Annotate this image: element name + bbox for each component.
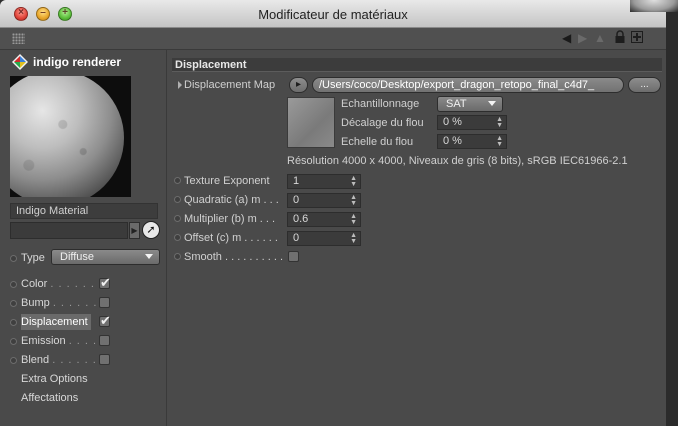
- channel-label-blend: Blend: [21, 354, 50, 366]
- material-selector-field[interactable]: [10, 222, 128, 239]
- toolbar: ◀ ▶ ▲: [0, 28, 666, 50]
- channel-checkbox-blend[interactable]: [99, 354, 110, 365]
- channel-color[interactable]: Color . . . . . . .: [10, 275, 160, 292]
- multiplier-field[interactable]: 0.6 ▲ ▼: [287, 212, 361, 227]
- param-dot[interactable]: [174, 196, 181, 203]
- brand-name: indigo renderer: [33, 55, 122, 69]
- quadratic-value: 0: [293, 194, 300, 206]
- displacement-map-label: Displacement Map: [184, 79, 276, 91]
- stepper-arrows-icon[interactable]: ▲ ▼: [496, 135, 503, 148]
- blur-offset-label: Décalage du flou: [341, 117, 424, 129]
- material-editor-window: × – + Modificateur de matériaux ◀ ▶ ▲ in…: [0, 0, 666, 426]
- type-dropdown[interactable]: Diffuse: [51, 249, 160, 265]
- preview-sphere: [10, 76, 124, 197]
- material-name[interactable]: Indigo Material: [10, 203, 158, 219]
- up-arrow-icon[interactable]: ▲: [594, 31, 606, 45]
- material-preview[interactable]: [10, 76, 131, 197]
- play-arrow-icon: ▸: [295, 79, 302, 90]
- offset-field[interactable]: 0 ▲ ▼: [287, 231, 361, 246]
- channel-checkbox-bump[interactable]: [99, 297, 110, 308]
- blur-scale-value: 0 %: [443, 135, 462, 147]
- channel-dot[interactable]: [10, 281, 17, 288]
- sampling-value: SAT: [446, 98, 467, 110]
- stepper-arrows-icon[interactable]: ▲ ▼: [350, 175, 357, 188]
- lock-icon[interactable]: [614, 30, 626, 47]
- stepper-arrows-icon[interactable]: ▲ ▼: [350, 194, 357, 207]
- resolution-info: Résolution 4000 x 4000, Niveaux de gris …: [287, 155, 628, 167]
- texture-thumbnail: [287, 97, 335, 148]
- smooth-checkbox[interactable]: [288, 251, 299, 262]
- channel-dots: . . . . . . .: [50, 278, 104, 290]
- offset-value: 0: [293, 232, 300, 244]
- channel-dot[interactable]: [10, 357, 17, 364]
- param-dot[interactable]: [174, 177, 181, 184]
- forward-arrow-icon[interactable]: ▶: [578, 31, 587, 45]
- param-dot[interactable]: [174, 215, 181, 222]
- channel-label-emission: Emission: [21, 335, 66, 347]
- channel-dots: . . . . . .: [52, 297, 98, 309]
- back-arrow-icon[interactable]: ◀: [562, 31, 571, 45]
- texture-exponent-value: 1: [293, 175, 300, 187]
- grip-icon[interactable]: [12, 33, 25, 44]
- extra-options-item[interactable]: Extra Options: [21, 371, 88, 387]
- channel-displacement[interactable]: Displacement: [10, 313, 160, 330]
- expand-triangle-icon[interactable]: [178, 81, 182, 89]
- channel-label-displacement: Displacement: [21, 314, 91, 330]
- map-options-button[interactable]: ▸: [289, 77, 308, 93]
- channel-dot[interactable]: [10, 300, 17, 307]
- channel-checkbox-displacement[interactable]: [99, 313, 111, 329]
- section-title: Displacement: [172, 58, 662, 72]
- chevron-down-icon: [488, 101, 496, 106]
- blur-offset-field[interactable]: 0 % ▲ ▼: [437, 115, 507, 130]
- type-label: Type: [21, 252, 45, 264]
- browse-button[interactable]: ...: [628, 77, 661, 93]
- type-value: Diffuse: [60, 251, 95, 263]
- background-object: [630, 0, 678, 12]
- channel-checkbox-color[interactable]: [99, 275, 111, 291]
- texture-exponent-label: Texture Exponent: [184, 175, 270, 187]
- channel-label-bump: Bump: [21, 297, 50, 309]
- smooth-label: Smooth . . . . . . . . . .: [184, 251, 284, 263]
- channel-dots: . . . .: [68, 335, 98, 347]
- sampling-label: Echantillonnage: [341, 98, 420, 110]
- quadratic-field[interactable]: 0 ▲ ▼: [287, 193, 361, 208]
- material-selector-arrow[interactable]: ▶: [129, 222, 140, 239]
- stepper-arrows-icon[interactable]: ▲ ▼: [350, 213, 357, 226]
- multiplier-value: 0.6: [293, 213, 309, 225]
- title-bar[interactable]: × – + Modificateur de matériaux: [0, 0, 666, 28]
- indigo-logo-icon: [12, 54, 28, 70]
- blur-scale-field[interactable]: 0 % ▲ ▼: [437, 134, 507, 149]
- param-dot[interactable]: [174, 234, 181, 241]
- stepper-arrows-icon[interactable]: ▲ ▼: [496, 116, 503, 129]
- offset-label: Offset (c) m . . . . . .: [184, 232, 278, 244]
- quadratic-label: Quadratic (a) m . . .: [184, 194, 279, 206]
- background-strip: [666, 0, 678, 426]
- channel-bump[interactable]: Bump . . . . . .: [10, 295, 160, 311]
- chevron-down-icon: [145, 254, 153, 259]
- affectations-item[interactable]: Affectations: [21, 390, 78, 406]
- channel-checkbox-emission[interactable]: [99, 335, 110, 346]
- texture-exponent-field[interactable]: 1 ▲ ▼: [287, 174, 361, 189]
- new-window-icon[interactable]: [631, 31, 643, 46]
- window-title: Modificateur de matériaux: [258, 7, 408, 22]
- multiplier-label: Multiplier (b) m . . .: [184, 213, 276, 225]
- stepper-arrows-icon[interactable]: ▲ ▼: [350, 232, 357, 245]
- displacement-map-path[interactable]: /Users/coco/Desktop/export_dragon_retopo…: [312, 77, 624, 93]
- channel-dot[interactable]: [10, 338, 17, 345]
- channel-blend[interactable]: Blend . . . . . . .: [10, 352, 160, 368]
- channel-emission[interactable]: Emission . . . .: [10, 333, 160, 349]
- blur-offset-value: 0 %: [443, 116, 462, 128]
- type-dot[interactable]: [10, 255, 17, 262]
- picker-cursor-icon[interactable]: ➚: [142, 221, 160, 239]
- channel-dot[interactable]: [10, 319, 17, 326]
- param-dot[interactable]: [174, 253, 181, 260]
- channel-label-color: Color: [21, 278, 48, 290]
- channel-dots: . . . . . . .: [52, 354, 105, 366]
- sampling-dropdown[interactable]: SAT: [437, 96, 503, 112]
- blur-scale-label: Echelle du flou: [341, 136, 414, 148]
